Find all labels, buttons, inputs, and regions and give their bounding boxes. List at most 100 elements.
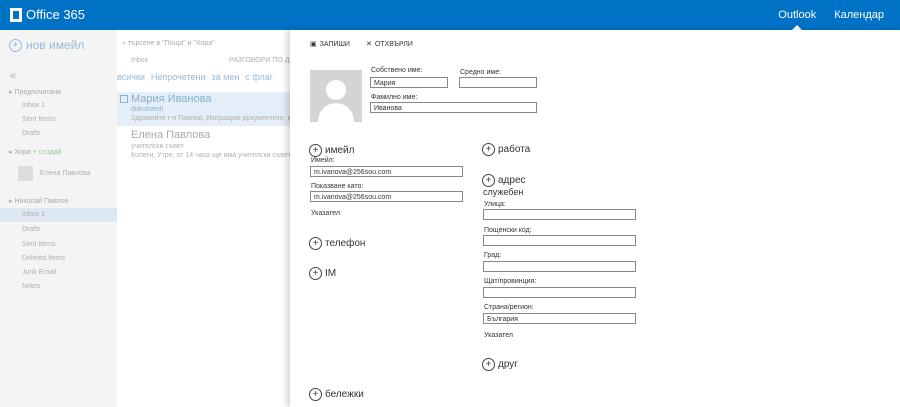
folder-drafts[interactable]: Drafts	[22, 226, 41, 233]
city-field[interactable]	[483, 261, 636, 272]
plus-icon: +	[482, 174, 495, 187]
collapse-icon[interactable]: «	[10, 70, 16, 82]
filter-flagged[interactable]: с флаг	[245, 72, 273, 82]
message-subject: dokumenti	[131, 106, 164, 113]
plus-icon: +	[309, 388, 322, 401]
checkbox-icon[interactable]	[120, 95, 128, 103]
message-from: Елена Павлова	[131, 129, 211, 141]
search-box[interactable]: ⌕ търсене в "Поща" и "Хора"	[122, 40, 215, 48]
first-name-label: Собствено име:	[371, 67, 423, 74]
folder-deleted[interactable]: Deleted Items	[22, 255, 65, 262]
list-item[interactable]: Мария Иванова dokumenti Здравейте г-н Па…	[117, 92, 306, 126]
address-type: служебен	[483, 187, 524, 197]
folder-junk[interactable]: Junk Email	[22, 269, 56, 276]
message-preview: Здравейте г-н Павлов, Изпращам документи…	[131, 115, 306, 122]
plus-icon: +	[482, 358, 495, 371]
middle-name-label: Средно име:	[460, 69, 502, 76]
add-other-button[interactable]: + друг	[482, 358, 518, 371]
contact-item[interactable]: Елена Павлова	[40, 170, 90, 177]
brand-label: Office 365	[26, 7, 86, 22]
selected-folder-highlight	[0, 208, 117, 222]
state-label: Щат/провинция:	[484, 278, 537, 285]
plus-icon: +	[309, 237, 322, 250]
folder-sent[interactable]: Sent Items	[22, 241, 55, 248]
list-item[interactable]: Елена Павлова учителски съвет Колеги, Ут…	[117, 128, 292, 162]
message-subject: учителски съвет	[131, 143, 184, 150]
fav-drafts[interactable]: Drafts	[22, 130, 41, 137]
filter-unread[interactable]: Непрочетени	[151, 72, 206, 82]
nav-outlook[interactable]: Outlook	[778, 9, 816, 30]
city-label: Град:	[484, 252, 502, 259]
office365-logo[interactable]: Office 365	[10, 7, 85, 22]
add-address-button[interactable]: + адрес	[482, 174, 526, 187]
postal-label: Пощенски код:	[484, 227, 532, 234]
avatar	[18, 166, 33, 181]
new-mail-button[interactable]: + нов имейл	[9, 38, 84, 52]
save-label: ЗАПИШИ	[319, 40, 350, 48]
save-icon: ▣	[310, 41, 317, 48]
filter-bar: всички Непрочетени за мен с флаг	[117, 72, 273, 82]
add-work-button[interactable]: + работа	[482, 143, 530, 156]
folder-inbox[interactable]: Inbox 1	[22, 211, 45, 218]
contact-photo[interactable]	[310, 70, 362, 122]
street-field[interactable]	[483, 209, 636, 220]
account-label: Николай Павлов	[14, 198, 69, 205]
add-notes-button[interactable]: + бележки	[309, 388, 364, 401]
phone-section-label: телефон	[325, 238, 366, 249]
fav-inbox[interactable]: Inbox 1	[22, 102, 45, 109]
new-mail-label: нов имейл	[26, 38, 85, 52]
background-mail-view: + нов имейл « ▸ Предпочитани Inbox 1 Sen…	[0, 30, 306, 407]
fav-sent[interactable]: Sent Items	[22, 116, 55, 123]
form-toolbar: ▣ ЗАПИШИ ✕ ОТХВЪРЛИ	[310, 40, 413, 49]
discard-button[interactable]: ✕ ОТХВЪРЛИ	[365, 40, 413, 49]
email-section-label: имейл	[325, 145, 355, 156]
message-preview: Колеги, Утре, от 14 часа ще има учителск…	[131, 152, 292, 159]
work-section-label: работа	[498, 144, 531, 155]
street-label: Улица:	[484, 201, 506, 208]
nav-calendar[interactable]: Календар	[834, 9, 884, 21]
create-link[interactable]: + създай	[33, 149, 62, 156]
people-label: Хора	[14, 149, 31, 156]
email-label: Имейл:	[311, 157, 335, 164]
middle-name-field[interactable]	[459, 77, 537, 88]
account-header[interactable]: ▸ Николай Павлов	[9, 197, 68, 205]
country-field[interactable]: България	[483, 313, 636, 324]
people-header[interactable]: ▸ Хора + създай	[9, 148, 62, 156]
message-list: ⌕ търсене в "Поща" и "Хора" Inbox РАЗГОВ…	[117, 30, 306, 407]
folder-pane: + нов имейл « ▸ Предпочитани Inbox 1 Sen…	[0, 30, 117, 407]
first-name-field[interactable]: Мария	[370, 77, 448, 88]
contact-form-panel: ▣ ЗАПИШИ ✕ ОТХВЪРЛИ Собствено име: Мария С…	[290, 30, 900, 407]
add-email-button[interactable]: + имейл	[309, 144, 354, 157]
top-bar: Office 365 Outlook Календар	[0, 0, 900, 30]
favorites-label: Предпочитани	[14, 89, 62, 96]
last-name-label: Фамилно име:	[371, 94, 418, 101]
top-nav: Outlook Календар	[778, 9, 884, 30]
filter-all[interactable]: всички	[117, 72, 145, 82]
close-icon: ✕	[365, 41, 372, 48]
filter-to-me[interactable]: за мен	[212, 72, 240, 82]
other-section-label: друг	[498, 359, 518, 370]
plus-icon: +	[9, 38, 22, 52]
folder-notes[interactable]: Notes	[22, 283, 40, 290]
discard-label: ОТХВЪРЛИ	[374, 40, 413, 48]
search-placeholder: търсене в "Поща" и "Хора"	[127, 40, 215, 47]
save-button[interactable]: ▣ ЗАПИШИ	[310, 40, 350, 49]
office-icon	[10, 7, 22, 22]
avatar-body	[318, 103, 354, 122]
display-as-field[interactable]: m.ivanova@256sou.com	[310, 191, 463, 202]
display-as-label: Показване като:	[311, 183, 364, 190]
im-section-label: IM	[325, 268, 337, 279]
email-field[interactable]: m.ivanova@256sou.com	[310, 166, 463, 177]
favorites-header[interactable]: ▸ Предпочитани	[9, 88, 61, 96]
email-directory-link[interactable]: Указател	[311, 210, 340, 217]
state-field[interactable]	[483, 287, 636, 298]
address-section-label: адрес	[498, 175, 526, 186]
add-phone-button[interactable]: + телефон	[309, 237, 365, 250]
notes-section-label: бележки	[325, 389, 364, 400]
message-from: Мария Иванова	[131, 93, 212, 105]
plus-icon: +	[482, 143, 495, 156]
add-im-button[interactable]: + IM	[309, 267, 336, 280]
address-directory-link[interactable]: Указател	[484, 332, 513, 339]
postal-field[interactable]	[483, 235, 636, 246]
last-name-field[interactable]: Иванова	[370, 102, 537, 113]
